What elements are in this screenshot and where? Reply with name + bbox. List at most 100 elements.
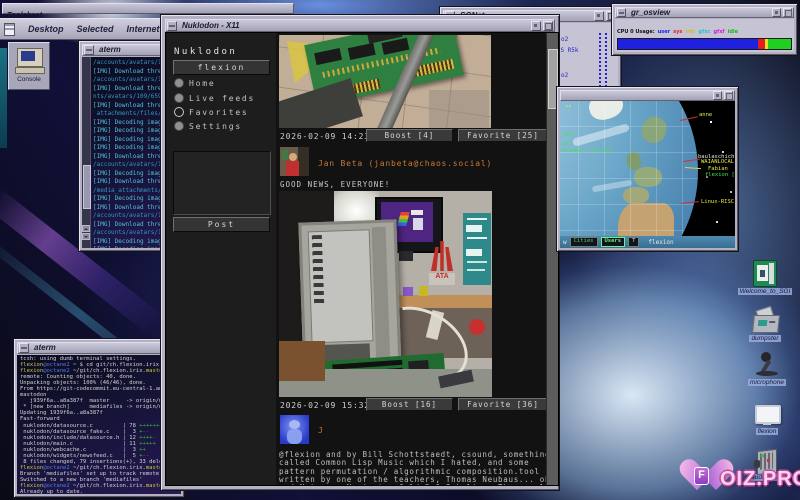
earth-globe xyxy=(560,101,698,236)
menu-selected[interactable]: Selected xyxy=(77,24,114,34)
map-label: ** xyxy=(565,105,572,111)
cpu0-label: CPU 0 Usage: xyxy=(617,29,655,35)
users-button[interactable]: Users xyxy=(601,237,626,247)
icon-welcome-to-sgi[interactable]: Welcome_to_SGI xyxy=(734,260,796,295)
nuklodon-title: Nuklodon - X11 xyxy=(182,21,240,31)
cities-button[interactable]: Cities xyxy=(570,237,598,247)
restore-icon[interactable] xyxy=(594,11,604,21)
console-icon xyxy=(17,48,43,67)
scrollbar-thumb[interactable] xyxy=(83,165,91,209)
maximize-icon[interactable] xyxy=(543,21,553,31)
nav-settings[interactable]: Settings xyxy=(174,121,242,131)
minimize-icon[interactable] xyxy=(84,45,94,55)
cpu0-legend: usersysintrgfxcgfxfidle xyxy=(655,20,738,38)
menu-internet[interactable]: Internet xyxy=(127,24,160,34)
land-africa xyxy=(618,203,674,236)
land-iberia xyxy=(623,187,649,204)
restore-icon[interactable] xyxy=(772,8,781,17)
post1-favorite-button[interactable]: Favorite [25] xyxy=(458,129,548,142)
land-europe xyxy=(634,167,662,187)
icon-flexion-host[interactable]: flexion xyxy=(742,405,792,435)
aterm-scrollbar[interactable] xyxy=(82,57,91,248)
map-titlebar[interactable] xyxy=(560,90,735,101)
maximize-icon[interactable] xyxy=(783,8,792,17)
grosview-window: gr_osview CPU 0 Usage: usersysintrgfxcgf… xyxy=(611,3,798,56)
wallpaper-streak xyxy=(0,48,7,148)
post2-author[interactable]: Jan Beta (janbeta@chaos.social) xyxy=(318,159,492,168)
sgnet-host[interactable]: o2 xyxy=(561,36,568,43)
map-label: anne xyxy=(699,112,712,118)
sgnet-host[interactable]: o2 xyxy=(561,72,568,79)
map-label: WAIANLOCAL xyxy=(701,159,734,165)
post2-image[interactable]: ATA xyxy=(279,191,492,397)
map-toolbar-prefix: w xyxy=(563,239,567,246)
minimize-icon[interactable] xyxy=(617,8,626,17)
watermark-text: OIZ.PRO xyxy=(720,468,800,491)
monitor-icon xyxy=(755,405,779,427)
stars xyxy=(710,121,712,123)
nuklodon-sidebar: Nuklodon flexion Home Live feeds Favorit… xyxy=(166,33,277,485)
nav-live-feeds[interactable]: Live feeds xyxy=(174,93,255,103)
cloud xyxy=(572,123,630,147)
nuklodon-titlebar[interactable]: Nuklodon - X11 xyxy=(165,19,555,32)
feed: 2026-02-09 14:23 Boost [4] Favorite [25]… xyxy=(276,33,547,485)
post1-boost-button[interactable]: Boost [4] xyxy=(366,129,453,142)
toolchest-menu-icon[interactable] xyxy=(4,23,15,36)
aterm-top-title: aterm xyxy=(99,45,121,55)
account-button[interactable]: flexion xyxy=(173,60,270,75)
map-area[interactable]: ** [O2] axl kilame] [Orland anne baulasc… xyxy=(560,101,735,236)
cpu0-usage-bar xyxy=(617,38,792,50)
aterm-bottom-titlebar[interactable]: aterm xyxy=(17,342,181,354)
icon-microphone[interactable]: microphone xyxy=(740,352,794,386)
t-button[interactable]: T xyxy=(628,237,639,247)
post1-image[interactable] xyxy=(279,35,491,128)
radio-icon xyxy=(174,93,184,103)
map-label: [O2] xyxy=(562,132,575,138)
map-window: ** [O2] axl kilame] [Orland anne baulasc… xyxy=(556,86,739,252)
dumpster-icon xyxy=(751,308,779,334)
scroll-up-icon[interactable] xyxy=(82,225,90,232)
app-name: Nuklodon xyxy=(174,47,237,57)
map-status-user: flexion xyxy=(648,239,673,246)
sgnet-graph-dots xyxy=(599,33,601,91)
aterm-bottom-text: tcsh: using dumb terminal settings.flexi… xyxy=(20,356,181,494)
maximize-icon[interactable] xyxy=(724,91,733,100)
toolchest-titlebar[interactable]: Toolchest xyxy=(2,3,294,14)
nav-home[interactable]: Home xyxy=(174,78,215,88)
restore-icon[interactable] xyxy=(713,91,722,100)
post3-author[interactable]: J xyxy=(318,426,324,435)
icon-dumpster[interactable]: dumpster xyxy=(738,308,792,342)
map-toolbar: w Cities Users T flexion xyxy=(560,236,735,248)
map-label: axl xyxy=(562,141,572,147)
radio-icon xyxy=(174,78,184,88)
console-keyboard xyxy=(15,67,45,74)
scroll-down-icon[interactable] xyxy=(82,233,90,240)
map-label: kilame] [Orland xyxy=(562,148,612,154)
post2-favorite-button[interactable]: Favorite [36] xyxy=(458,398,548,411)
sgnet-graph-dots xyxy=(605,33,607,91)
grosview-titlebar[interactable]: gr_osview xyxy=(615,7,794,18)
aterm-bottom-body[interactable]: tcsh: using dumb terminal settings.flexi… xyxy=(17,355,181,494)
aterm-bottom-title: aterm xyxy=(34,343,56,353)
restore-icon[interactable] xyxy=(531,21,541,31)
post2-boost-button[interactable]: Boost [16] xyxy=(366,398,453,411)
compose-input[interactable] xyxy=(173,151,271,215)
post1-timestamp: 2026-02-09 14:23 xyxy=(280,132,370,141)
desktop: Toolchest Desktop Selected Internet Find… xyxy=(0,0,800,500)
watermark-letter: F xyxy=(694,467,709,485)
post2-body: GOOD NEWS, EVERYONE! xyxy=(280,181,550,189)
land-greenland xyxy=(586,101,626,124)
land-uk xyxy=(626,151,642,171)
minimize-icon[interactable] xyxy=(167,21,177,31)
post2-avatar[interactable] xyxy=(280,147,309,176)
menu-desktop[interactable]: Desktop xyxy=(28,24,64,34)
cpu1-legend: usersysintrgfxcgfxfidle xyxy=(655,51,738,52)
nav-favorites[interactable]: Favorites xyxy=(174,107,249,117)
microphone-icon xyxy=(752,352,782,378)
minimize-icon[interactable] xyxy=(19,343,29,353)
cloud xyxy=(592,180,632,193)
map-label: flexion [Octa xyxy=(705,172,735,178)
post3-avatar[interactable] xyxy=(280,415,309,444)
console-icon-tile[interactable]: Console xyxy=(8,42,50,90)
post-button[interactable]: Post xyxy=(173,217,270,232)
